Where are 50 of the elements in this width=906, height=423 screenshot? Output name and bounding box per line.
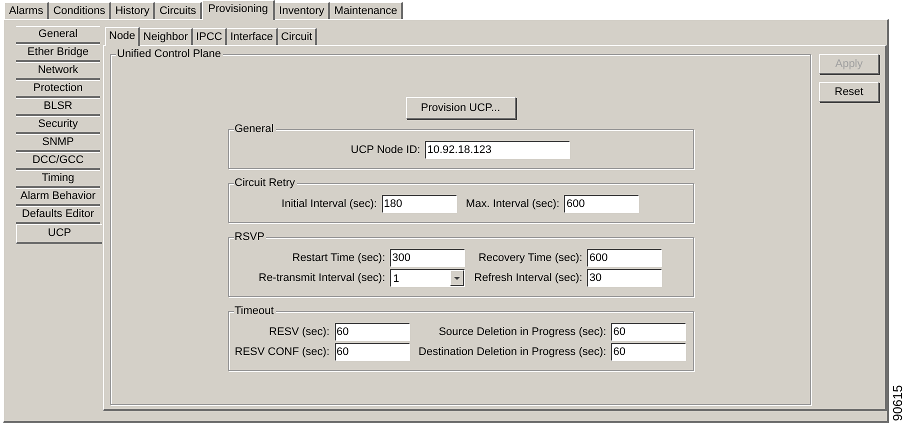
input-field[interactable]: 60 [334, 323, 410, 341]
sidebar-item[interactable]: Alarm Behavior [16, 188, 100, 206]
tab[interactable]: Interface [227, 28, 278, 45]
tab[interactable]: Alarms [5, 2, 50, 19]
tab[interactable]: IPCC [192, 28, 228, 45]
field-label: Re-transmit Interval (sec): [258, 272, 386, 284]
dropdown[interactable]: 1 [390, 269, 466, 287]
sidebar-item[interactable]: General [16, 26, 100, 44]
field-label: Restart Time (sec): [291, 252, 386, 264]
input-field[interactable]: 180 [382, 195, 457, 213]
figure-number: 90615 [891, 384, 904, 421]
sidebar-item[interactable]: Ether Bridge [16, 44, 100, 62]
input-field[interactable]: 30 [587, 269, 662, 287]
sidebar-item[interactable]: UCP [16, 224, 102, 244]
provision-button[interactable]: Provision UCP... [406, 97, 516, 119]
sidebar-item[interactable]: Defaults Editor [16, 206, 100, 224]
input-field[interactable]: 600 [587, 249, 662, 267]
field-label: Destination Deletion in Progress (sec): [418, 346, 606, 358]
tab[interactable]: Conditions [49, 2, 112, 19]
field-label: Source Deletion in Progress (sec): [438, 326, 606, 338]
input-field[interactable]: 60 [611, 343, 686, 361]
sidebar-item[interactable]: Network [16, 62, 100, 80]
button[interactable]: Reset [819, 82, 879, 102]
field-label: Initial Interval (sec): [282, 198, 377, 210]
group-title: Circuit Retry [234, 177, 298, 190]
tab[interactable]: Maintenance [330, 2, 404, 19]
input-field[interactable]: 60 [334, 343, 410, 361]
tab[interactable]: History [111, 2, 156, 19]
field-label: Max. Interval (sec): [466, 198, 560, 210]
field-label: Recovery Time (sec): [477, 252, 582, 264]
tab[interactable]: Node [105, 27, 140, 46]
sidebar-item[interactable]: Security [16, 116, 100, 134]
sidebar-item[interactable]: BLSR [16, 98, 100, 116]
input-field[interactable]: 600 [564, 195, 640, 213]
field-label: RESV (sec): [268, 326, 330, 338]
input-field[interactable]: 300 [390, 249, 466, 267]
sidebar-item[interactable]: Protection [16, 80, 100, 98]
tab[interactable]: Circuits [155, 2, 202, 19]
tab[interactable]: Circuit [278, 28, 318, 45]
sidebar-item[interactable]: DCC/GCC [16, 152, 100, 170]
tab[interactable]: Provisioning [202, 0, 276, 20]
input-field[interactable]: 10.92.18.123 [425, 141, 570, 159]
field-label: UCP Node ID: [350, 144, 420, 156]
tab[interactable]: Inventory [275, 2, 330, 19]
sidebar-item[interactable]: Timing [16, 170, 100, 188]
tab[interactable]: Neighbor [140, 28, 193, 45]
field-label: Refresh Interval (sec): [474, 272, 582, 284]
field-label: RESV CONF (sec): [234, 346, 330, 358]
input-field[interactable]: 60 [611, 323, 686, 341]
sidebar-item[interactable]: SNMP [16, 134, 100, 152]
